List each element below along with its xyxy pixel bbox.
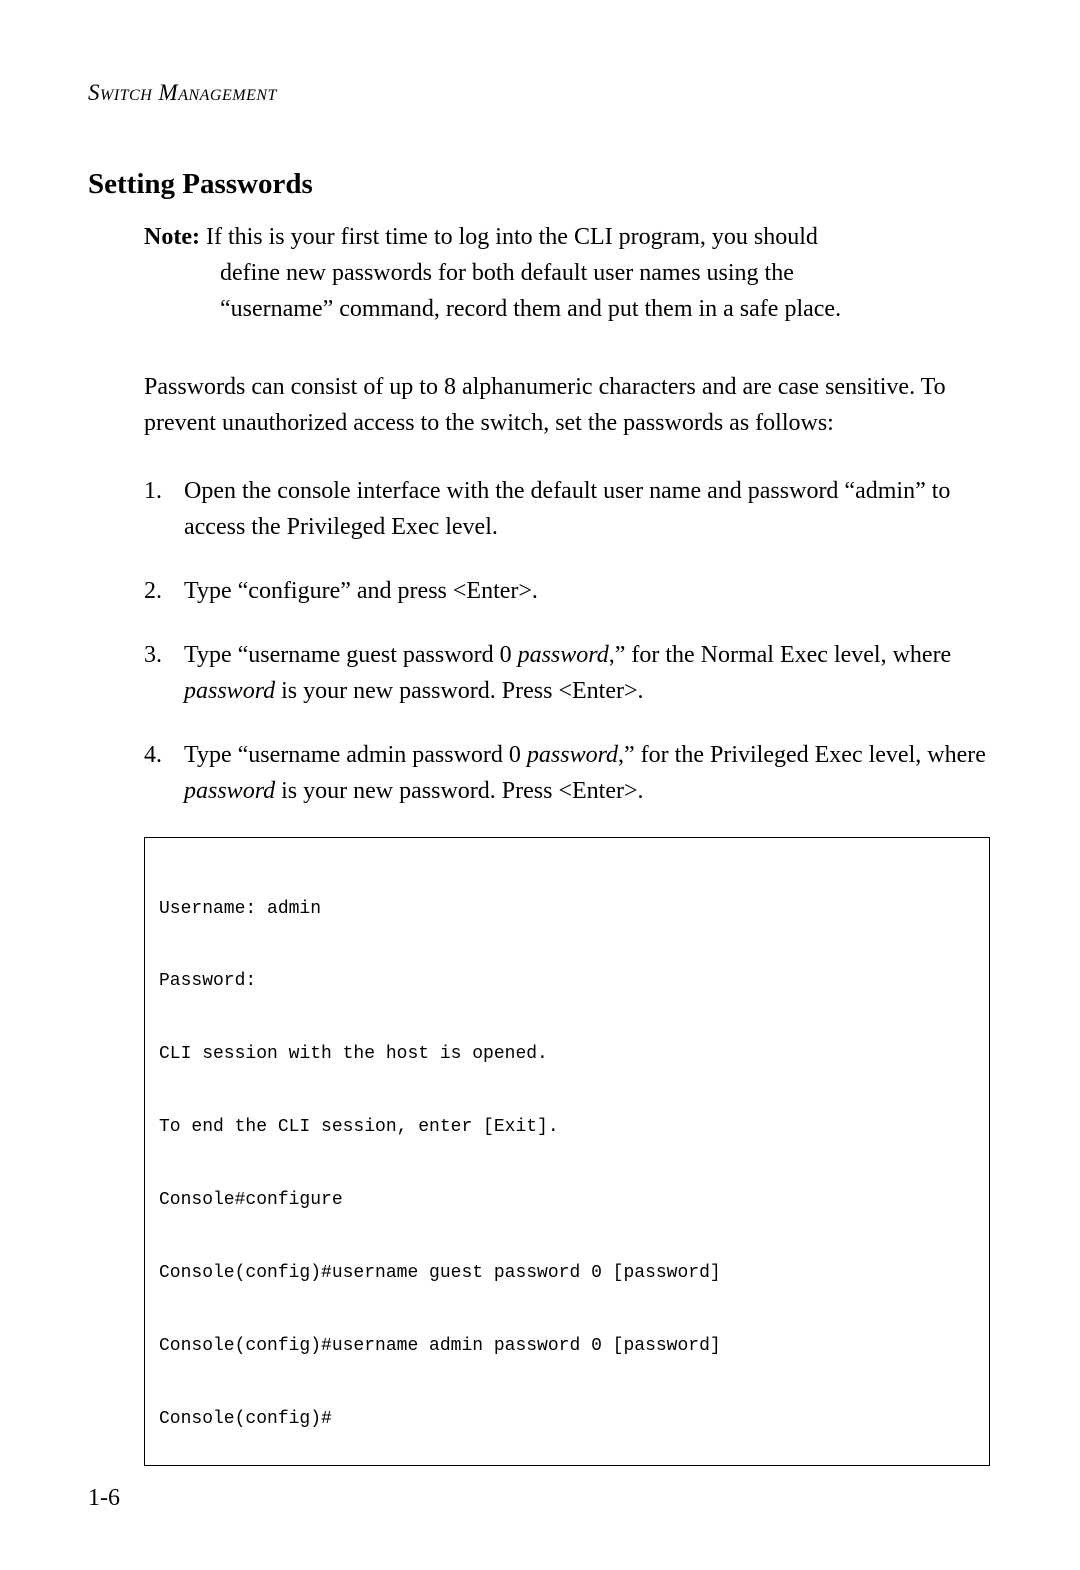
code-line: Console(config)#username admin password …: [159, 1334, 975, 1358]
step-italic: password: [527, 742, 618, 768]
step-text-after: is your new password. Press <Enter>.: [275, 678, 643, 704]
chapter-header: Switch Management: [88, 80, 990, 106]
code-line: Password:: [159, 969, 975, 993]
body-paragraph: Passwords can consist of up to 8 alphanu…: [144, 369, 990, 441]
step-body: Open the console interface with the defa…: [184, 473, 990, 545]
code-line: Username: admin: [159, 897, 975, 921]
step-number: 3.: [144, 637, 184, 709]
step-italic-2: password: [184, 778, 275, 804]
step-text-before: Type “username guest password 0: [184, 642, 518, 668]
step-text: Open the console interface with the defa…: [184, 478, 950, 540]
step-italic: password: [518, 642, 609, 668]
step-text-after: is your new password. Press <Enter>.: [275, 778, 643, 804]
note-text-line3: “username” command, record them and put …: [144, 291, 990, 327]
step-number: 1.: [144, 473, 184, 545]
code-line: CLI session with the host is opened.: [159, 1042, 975, 1066]
step-4: 4. Type “username admin password 0 passw…: [144, 737, 990, 809]
note-block: Note: If this is your first time to log …: [144, 219, 990, 327]
section-title: Setting Passwords: [88, 168, 990, 201]
step-text: Type “configure” and press <Enter>.: [184, 578, 538, 604]
step-text-mid: ,” for the Normal Exec level, where: [609, 642, 952, 668]
note-text-line1: If this is your first time to log into t…: [206, 224, 818, 250]
step-list: 1. Open the console interface with the d…: [144, 473, 990, 809]
step-2: 2. Type “configure” and press <Enter>.: [144, 573, 990, 609]
code-line: To end the CLI session, enter [Exit].: [159, 1115, 975, 1139]
step-text-before: Type “username admin password 0: [184, 742, 527, 768]
code-line: Console(config)#username guest password …: [159, 1261, 975, 1285]
code-line: Console(config)#: [159, 1407, 975, 1431]
code-block: Username: admin Password: CLI session wi…: [144, 837, 990, 1466]
step-1: 1. Open the console interface with the d…: [144, 473, 990, 545]
note-text-line2: define new passwords for both default us…: [144, 255, 990, 291]
step-italic-2: password: [184, 678, 275, 704]
page-number: 1-6: [88, 1485, 120, 1512]
note-label: Note:: [144, 224, 200, 250]
code-line: Console#configure: [159, 1188, 975, 1212]
step-3: 3. Type “username guest password 0 passw…: [144, 637, 990, 709]
step-number: 2.: [144, 573, 184, 609]
step-number: 4.: [144, 737, 184, 809]
step-body: Type “configure” and press <Enter>.: [184, 573, 990, 609]
step-body: Type “username guest password 0 password…: [184, 637, 990, 709]
step-text-mid: ,” for the Privileged Exec level, where: [618, 742, 986, 768]
step-body: Type “username admin password 0 password…: [184, 737, 990, 809]
